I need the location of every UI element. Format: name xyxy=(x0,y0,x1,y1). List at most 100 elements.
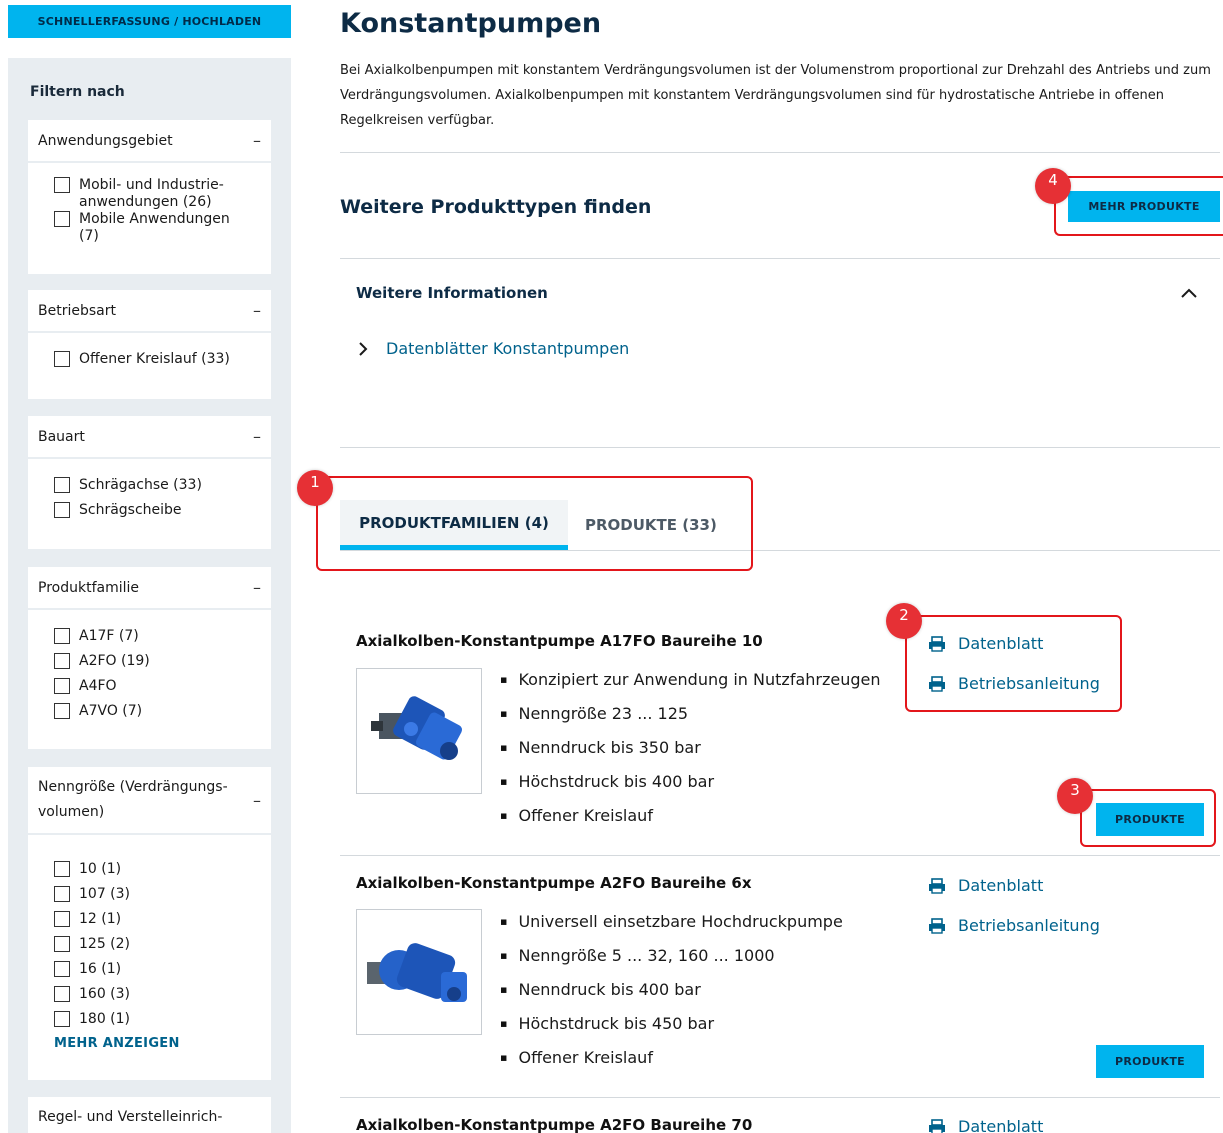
product-title: Axialkolben-Konstantpumpe A2FO Baureihe … xyxy=(356,1116,753,1133)
checkbox[interactable] xyxy=(54,502,70,518)
filter-group-header[interactable]: Bauart – xyxy=(28,416,271,459)
filter-group-nenngroesse: Nenngröße (Verdrängungs- volumen) – 10 (… xyxy=(28,767,271,1080)
filter-option[interactable]: A7VO (7) xyxy=(54,703,261,720)
filter-group-header[interactable]: Nenngröße (Verdrängungs- volumen) – xyxy=(28,767,271,835)
annotation-marker: 2 xyxy=(886,603,922,639)
checkbox[interactable] xyxy=(54,936,70,952)
filter-group-title: Regel- und Verstelleinrich- xyxy=(38,1109,223,1125)
product-features: Universell einsetzbare Hochdruckpumpe Ne… xyxy=(500,912,843,1082)
divider xyxy=(340,258,1220,259)
annotation-box xyxy=(1054,176,1223,236)
collapse-icon[interactable]: – xyxy=(253,427,261,446)
feature-item: Konzipiert zur Anwendung in Nutzfahrzeug… xyxy=(500,670,880,704)
filter-option[interactable]: A4FO xyxy=(54,678,261,695)
filter-option-label: 107 (3) xyxy=(79,886,131,902)
filter-option[interactable]: Mobile Anwendungen (7) xyxy=(54,211,261,245)
pump-image xyxy=(371,696,463,760)
manual-link[interactable]: Betriebsanleitung xyxy=(928,916,1100,935)
collapse-icon[interactable]: – xyxy=(253,578,261,597)
filter-option-label: 125 (2) xyxy=(79,936,131,952)
checkbox[interactable] xyxy=(54,861,70,877)
filter-option[interactable]: 160 (3) xyxy=(54,986,261,1003)
chevron-up-icon[interactable] xyxy=(1180,286,1198,300)
annotation-box xyxy=(905,615,1122,712)
quick-entry-upload-button[interactable]: SCHNELLERFASSUNG / HOCHLADEN xyxy=(8,5,291,38)
filter-group-header[interactable]: Anwendungsgebiet – xyxy=(28,120,271,163)
filter-option-label: Schrägachse (33) xyxy=(79,477,202,493)
product-family-card: Axialkolben-Konstantpumpe A2FO Baureihe … xyxy=(340,872,1220,1098)
checkbox[interactable] xyxy=(54,961,70,977)
filter-option-label: Schrägscheibe xyxy=(79,502,182,518)
filter-option[interactable]: 180 (1) xyxy=(54,1011,261,1028)
datasheets-link[interactable]: Datenblätter Konstantpumpen xyxy=(356,339,629,358)
checkbox[interactable] xyxy=(54,177,70,193)
checkbox[interactable] xyxy=(54,678,70,694)
filter-option-label: Offener Kreislauf (33) xyxy=(79,351,230,367)
divider xyxy=(340,855,1220,856)
product-title: Axialkolben-Konstantpumpe A17FO Baureihe… xyxy=(356,632,763,650)
filter-option-label: A7VO (7) xyxy=(79,703,143,719)
product-title: Axialkolben-Konstantpumpe A2FO Baureihe … xyxy=(356,874,752,892)
filter-option[interactable]: Mobil- und Industrie- anwendungen (26) xyxy=(54,177,261,211)
filter-title: Filtern nach xyxy=(30,84,125,100)
product-family-card: Axialkolben-Konstantpumpe A2FO Baureihe … xyxy=(340,1114,1220,1133)
checkbox[interactable] xyxy=(54,1011,70,1027)
filter-option[interactable]: 10 (1) xyxy=(54,861,261,878)
manual-label: Betriebsanleitung xyxy=(958,916,1100,935)
more-product-types-heading: Weitere Produkttypen finden xyxy=(340,196,652,218)
checkbox[interactable] xyxy=(54,886,70,902)
checkbox[interactable] xyxy=(54,477,70,493)
print-icon xyxy=(929,877,945,894)
filter-option[interactable]: 12 (1) xyxy=(54,911,261,928)
collapse-icon[interactable]: – xyxy=(253,301,261,320)
chevron-right-icon xyxy=(359,341,368,356)
feature-item: Höchstdruck bis 450 bar xyxy=(500,1014,843,1048)
annotation-marker: 4 xyxy=(1035,168,1071,204)
filter-group-header[interactable]: Betriebsart – xyxy=(28,290,271,333)
divider xyxy=(340,447,1220,448)
pump-image xyxy=(367,943,467,1002)
collapse-icon[interactable]: – xyxy=(253,131,261,150)
filter-option[interactable]: 16 (1) xyxy=(54,961,261,978)
filter-option-label: Mobil- und Industrie- anwendungen (26) xyxy=(79,177,224,210)
filter-group-header[interactable]: Produktfamilie – xyxy=(28,567,271,610)
datasheet-link[interactable]: Datenblatt xyxy=(928,876,1043,895)
filter-option-label: Mobile Anwendungen (7) xyxy=(79,211,230,244)
datasheets-link-label: Datenblätter Konstantpumpen xyxy=(386,339,630,358)
page-title: Konstantpumpen xyxy=(340,8,602,39)
checkbox[interactable] xyxy=(54,703,70,719)
collapse-icon[interactable]: – xyxy=(253,791,261,810)
filter-option[interactable]: 125 (2) xyxy=(54,936,261,953)
checkbox[interactable] xyxy=(54,628,70,644)
filter-group-produktfamilie: Produktfamilie – A17F (7) A2FO (19) A4FO… xyxy=(28,567,271,749)
feature-item: Nenndruck bis 350 bar xyxy=(500,738,881,772)
checkbox[interactable] xyxy=(54,211,70,227)
filter-option-label: A4FO xyxy=(79,678,117,694)
show-more-link[interactable]: MEHR ANZEIGEN xyxy=(54,1036,261,1051)
more-info-heading[interactable]: Weitere Informationen xyxy=(356,284,548,302)
filter-option-label: 10 (1) xyxy=(79,861,122,877)
checkbox[interactable] xyxy=(54,653,70,669)
filter-group-regel: Regel- und Verstelleinrich- xyxy=(28,1097,271,1133)
filter-option-label: A2FO (19) xyxy=(79,653,150,669)
filter-option[interactable]: A2FO (19) xyxy=(54,653,261,670)
intro-text: Bei Axialkolbenpumpen mit konstantem Ver… xyxy=(340,63,1211,128)
checkbox[interactable] xyxy=(54,986,70,1002)
products-button[interactable]: PRODUKTE xyxy=(1096,1045,1204,1078)
feature-item: Offener Kreislauf xyxy=(500,1048,843,1082)
filter-group-header[interactable]: Regel- und Verstelleinrich- xyxy=(28,1097,271,1133)
datasheet-link[interactable]: Datenblatt xyxy=(928,1117,1043,1133)
checkbox[interactable] xyxy=(54,911,70,927)
product-image xyxy=(356,668,482,794)
datasheet-label: Datenblatt xyxy=(958,876,1044,895)
filter-option[interactable]: 107 (3) xyxy=(54,886,261,903)
feature-item: Offener Kreislauf xyxy=(500,806,881,840)
filter-option[interactable]: A17F (7) xyxy=(54,628,261,645)
filter-option[interactable]: Schrägscheibe xyxy=(54,502,261,519)
filter-option-label: 160 (3) xyxy=(79,986,131,1002)
filter-group-title: Produktfamilie xyxy=(38,579,139,596)
filter-option[interactable]: Schrägachse (33) xyxy=(54,477,261,494)
print-icon xyxy=(929,917,945,934)
checkbox[interactable] xyxy=(54,351,70,367)
filter-option[interactable]: Offener Kreislauf (33) xyxy=(54,351,261,368)
